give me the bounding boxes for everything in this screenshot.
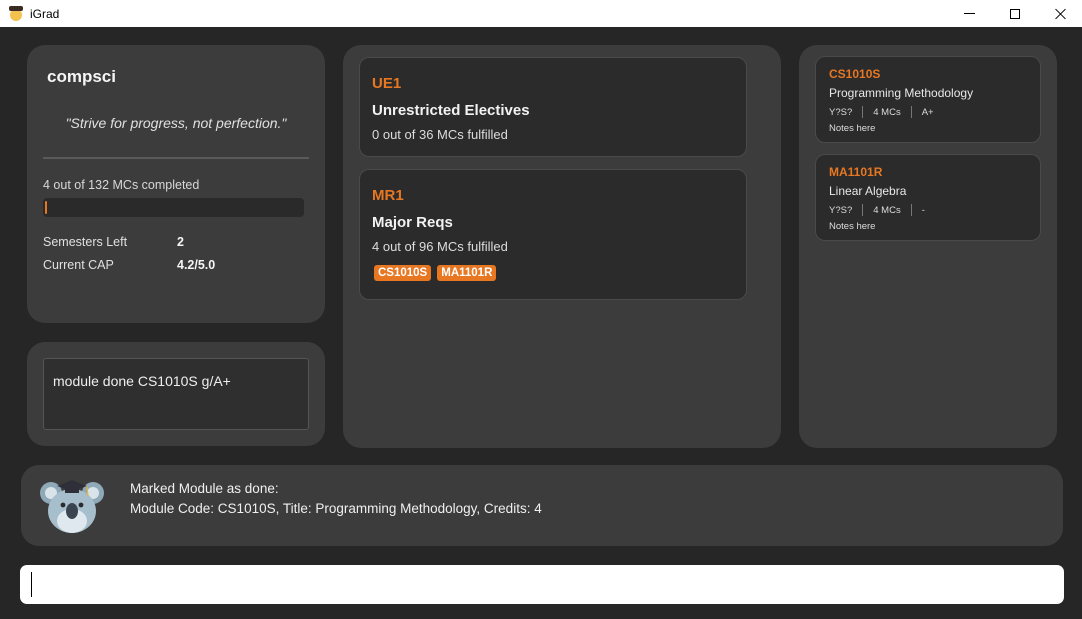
close-button[interactable] [1038, 0, 1082, 27]
requirement-title: Unrestricted Electives [372, 102, 530, 119]
text-caret [31, 572, 32, 597]
module-notes: Notes here [829, 123, 876, 134]
requirement-progress: 0 out of 36 MCs fulfilled [372, 127, 508, 142]
module-card[interactable]: MA1101R Linear Algebra Y?S? 4 MCs - Note… [815, 154, 1041, 241]
module-code: MA1101R [829, 165, 883, 179]
separator [910, 106, 912, 118]
module-tag: MA1101R [437, 265, 497, 281]
command-display[interactable]: module done CS1010S g/A+ [43, 358, 309, 430]
current-cap-value: 4.2/5.0 [177, 258, 216, 272]
separator [862, 204, 864, 216]
module-credits: 4 MCs [873, 106, 901, 118]
semesters-left-value: 2 [177, 235, 184, 249]
module-credits: 4 MCs [873, 204, 901, 216]
module-title: Programming Methodology [829, 86, 974, 100]
module-tag: CS1010S [374, 265, 432, 281]
requirement-card[interactable]: UE1 Unrestricted Electives 0 out of 36 M… [359, 57, 747, 157]
requirement-code: MR1 [372, 187, 404, 204]
requirements-panel[interactable]: UE1 Unrestricted Electives 0 out of 36 M… [343, 45, 781, 448]
minimize-icon [963, 13, 975, 14]
command-input[interactable] [20, 565, 1064, 604]
window-title: iGrad [30, 6, 60, 21]
mc-progress-text: 4 out of 132 MCs completed [43, 178, 200, 192]
module-title: Linear Algebra [829, 184, 907, 198]
semesters-left-label: Semesters Left [43, 235, 128, 249]
module-meta: Y?S? 4 MCs - [829, 204, 925, 216]
requirement-progress: 4 out of 96 MCs fulfilled [372, 239, 508, 254]
current-cap-label: Current CAP [43, 258, 114, 272]
graduate-cap-icon [8, 5, 24, 22]
maximize-icon [1010, 8, 1020, 19]
semesters-left-row: Semesters Left 2 [43, 235, 184, 249]
mc-progress-bar [43, 198, 304, 217]
result-message: Marked Module as done: [130, 481, 279, 496]
course-name: compsci [47, 67, 116, 86]
profile-panel: compsci "Strive for progress, not perfec… [27, 45, 325, 323]
divider [43, 157, 309, 159]
command-box-panel: module done CS1010S g/A+ [27, 342, 325, 446]
maximize-button[interactable] [992, 0, 1038, 27]
module-tags: CS1010S MA1101R [374, 265, 497, 281]
result-panel: Marked Module as done: Module Code: CS10… [21, 465, 1063, 546]
module-grade: A+ [921, 106, 934, 118]
module-grade: - [921, 204, 925, 216]
mc-progress-fill [45, 201, 47, 214]
module-code: CS1010S [829, 67, 881, 81]
separator [862, 106, 864, 118]
module-semester: Y?S? [829, 204, 853, 216]
requirement-code: UE1 [372, 75, 402, 92]
module-card[interactable]: CS1010S Programming Methodology Y?S? 4 M… [815, 56, 1041, 143]
module-meta: Y?S? 4 MCs A+ [829, 106, 934, 118]
requirement-title: Major Reqs [372, 214, 453, 231]
modules-panel[interactable]: CS1010S Programming Methodology Y?S? 4 M… [799, 45, 1057, 448]
current-cap-row: Current CAP 4.2/5.0 [43, 258, 215, 272]
close-icon [1055, 8, 1067, 20]
minimize-button[interactable] [946, 0, 992, 27]
module-notes: Notes here [829, 221, 876, 232]
requirement-card[interactable]: MR1 Major Reqs 4 out of 96 MCs fulfilled… [359, 169, 747, 300]
koala-graduate-icon [40, 480, 104, 533]
title-bar: iGrad [0, 0, 1082, 27]
module-semester: Y?S? [829, 106, 853, 118]
result-details: Module Code: CS1010S, Title: Programming… [130, 501, 542, 516]
motivational-quote: "Strive for progress, not perfection." [65, 115, 287, 131]
separator [910, 204, 912, 216]
